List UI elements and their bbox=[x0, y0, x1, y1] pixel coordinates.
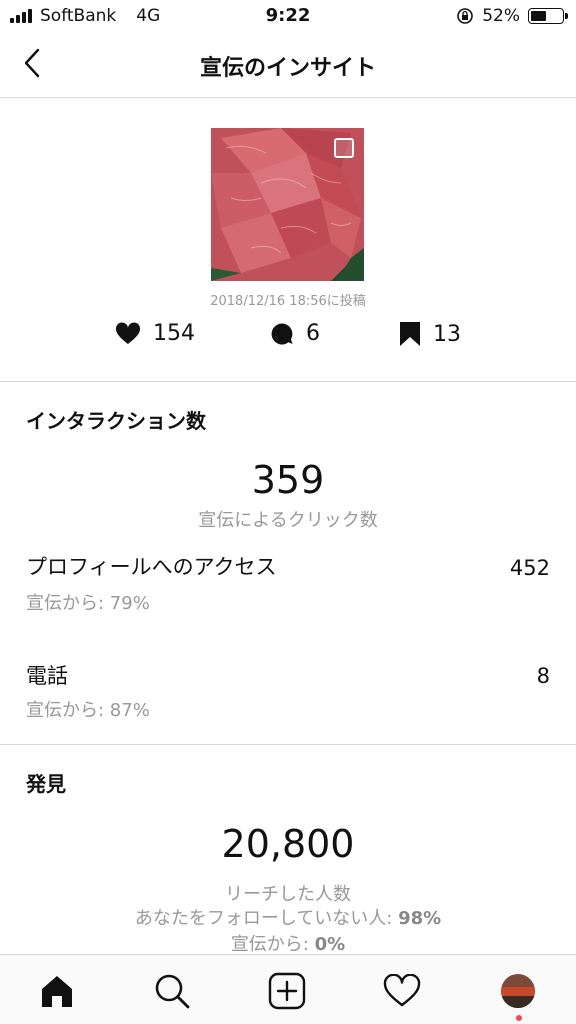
home-icon bbox=[42, 976, 72, 1007]
page-title: 宣伝のインサイト bbox=[199, 56, 376, 81]
non-follower-stat: あなたをフォローしていない人: 98% bbox=[0, 904, 576, 930]
from-ad-value: 0% bbox=[314, 934, 346, 955]
add-post-icon bbox=[268, 972, 306, 1010]
tab-home[interactable] bbox=[37, 971, 77, 1011]
saves-stat: 13 bbox=[399, 321, 461, 347]
interactions-total: 359 bbox=[251, 458, 325, 502]
tab-profile[interactable] bbox=[498, 971, 538, 1011]
notification-dot bbox=[516, 1015, 522, 1021]
reach-label: リーチした人数 bbox=[225, 884, 351, 905]
post-stats: 154 6 13 bbox=[0, 321, 576, 353]
likes-count: 154 bbox=[153, 321, 195, 346]
profile-avatar bbox=[501, 974, 535, 1008]
phone-sub: 宣伝から: 87% bbox=[26, 700, 150, 721]
profile-access-label: プロフィールへのアクセス bbox=[26, 555, 277, 579]
comments-count: 6 bbox=[306, 321, 320, 346]
tab-activity[interactable] bbox=[382, 971, 422, 1011]
interactions-total-label: 宣伝によるクリック数 bbox=[198, 510, 378, 531]
comments-stat: 6 bbox=[270, 321, 320, 346]
post-summary: 2018/12/16 18:56に投稿 154 6 13 bbox=[0, 99, 576, 382]
likes-stat: 154 bbox=[115, 321, 195, 346]
heart-icon bbox=[115, 321, 141, 344]
phone-label: 電話 bbox=[26, 664, 68, 688]
non-follower-label: あなたをフォローしていない人: bbox=[134, 908, 399, 929]
tab-bar bbox=[0, 954, 576, 1024]
tab-add-post[interactable] bbox=[267, 971, 307, 1011]
profile-access-value: 452 bbox=[509, 556, 550, 580]
interactions-heading: インタラクション数 bbox=[26, 409, 206, 433]
section-divider bbox=[0, 744, 576, 745]
activity-heart-icon bbox=[383, 974, 421, 1007]
battery-percent: 52% bbox=[482, 6, 520, 26]
bookmark-icon bbox=[400, 322, 420, 346]
from-ad-label: 宣伝から: bbox=[230, 934, 315, 955]
comment-icon bbox=[271, 323, 293, 344]
non-follower-value: 98% bbox=[398, 908, 442, 929]
reach-count: 20,800 bbox=[221, 822, 355, 866]
multiple-images-icon bbox=[334, 138, 354, 158]
profile-access-sub: 宣伝から: 79% bbox=[26, 593, 150, 614]
phone-value: 8 bbox=[536, 664, 550, 688]
tab-search[interactable] bbox=[152, 971, 192, 1011]
rotation-lock-icon bbox=[457, 8, 474, 24]
navigation-bar: 宣伝のインサイト bbox=[0, 34, 576, 98]
battery-icon bbox=[528, 8, 568, 24]
status-bar: SoftBank 4G 9:22 52% bbox=[0, 0, 576, 34]
post-date: 2018/12/16 18:56に投稿 bbox=[210, 294, 366, 309]
from-ad-stat: 宣伝から: 0% bbox=[0, 930, 576, 956]
saves-count: 13 bbox=[433, 321, 461, 347]
post-thumbnail[interactable] bbox=[211, 128, 364, 281]
discovery-heading: 発見 bbox=[26, 772, 66, 796]
search-icon bbox=[155, 974, 190, 1009]
